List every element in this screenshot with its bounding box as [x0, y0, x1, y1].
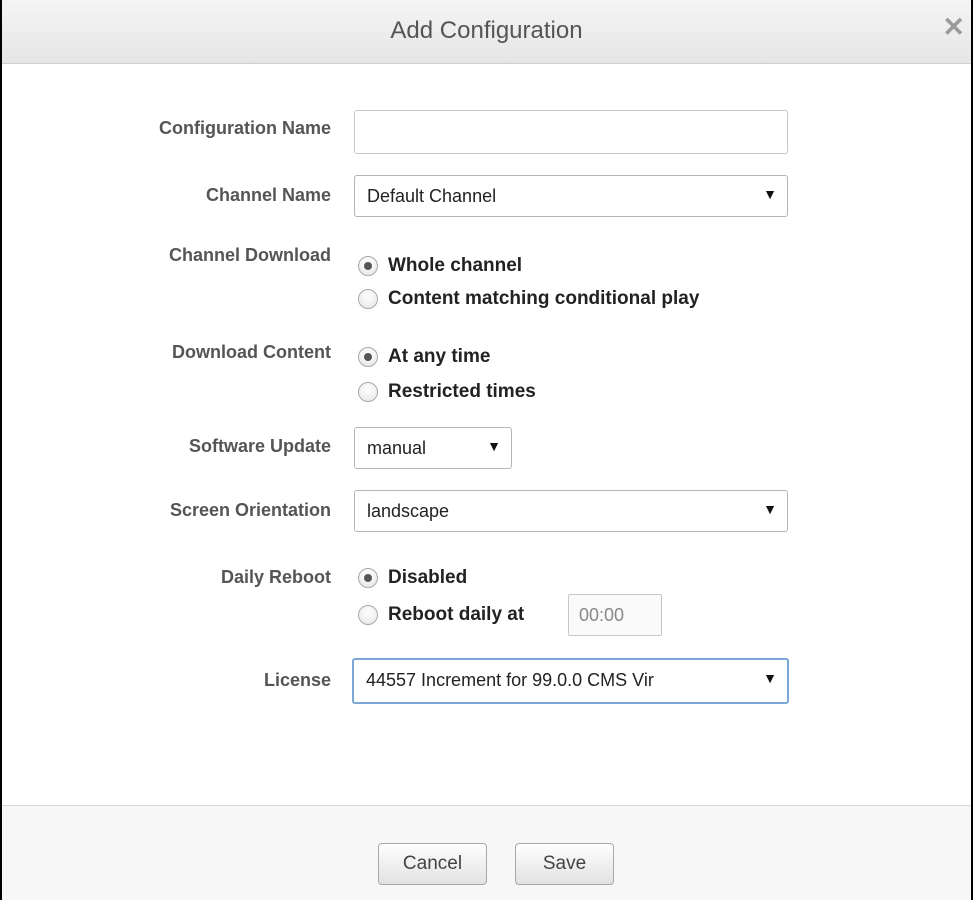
license-label: License — [263, 670, 331, 690]
radio-reboot-daily[interactable]: Reboot daily at 00:00 — [358, 594, 678, 636]
license-select[interactable]: 44557 Increment for 99.0.0 CMS Vir ▼ — [352, 658, 789, 704]
close-icon[interactable]: ✕ — [942, 12, 965, 42]
radio-button[interactable] — [358, 347, 378, 367]
dialog-footer: Cancel Save — [2, 805, 971, 900]
radio-label: Disabled — [388, 567, 468, 588]
radio-button[interactable] — [358, 382, 378, 402]
chevron-down-icon: ▼ — [763, 186, 777, 202]
save-button[interactable]: Save — [515, 843, 614, 885]
radio-label: Reboot daily at — [388, 604, 525, 625]
channel-name-label: Channel Name — [205, 185, 331, 205]
radio-label: Restricted times — [388, 381, 536, 402]
license-value: 44557 Increment for 99.0.0 CMS Vir — [366, 670, 654, 690]
radio-label: At any time — [388, 346, 491, 367]
radio-button[interactable] — [358, 568, 378, 588]
configuration-name-input[interactable] — [354, 110, 788, 154]
chevron-down-icon: ▼ — [759, 670, 777, 686]
screen-orientation-select[interactable]: landscape ▼ — [354, 490, 788, 532]
daily-reboot-label: Daily Reboot — [220, 567, 331, 587]
software-update-value: manual — [367, 438, 427, 458]
channel-name-value: Default Channel — [367, 186, 497, 206]
software-update-select[interactable]: manual ▼ — [354, 427, 512, 469]
radio-label: Whole channel — [388, 255, 523, 276]
radio-button[interactable] — [358, 256, 378, 276]
reboot-time-input[interactable]: 00:00 — [568, 594, 662, 636]
software-update-label: Software Update — [188, 436, 331, 456]
dialog-header: Add Configuration ✕ — [2, 0, 971, 64]
download-content-label: Download Content — [172, 342, 331, 362]
chevron-down-icon: ▼ — [763, 501, 777, 517]
radio-label: Content matching conditional play — [388, 288, 700, 309]
dialog-title: Add Configuration — [390, 17, 583, 44]
screen-orientation-label: Screen Orientation — [169, 500, 331, 520]
add-configuration-dialog: Add Configuration ✕ Configuration Name C… — [0, 0, 973, 900]
radio-button[interactable] — [358, 289, 378, 309]
configuration-name-label: Configuration Name — [158, 118, 331, 138]
cancel-button[interactable]: Cancel — [378, 843, 487, 885]
chevron-down-icon: ▼ — [487, 438, 501, 454]
radio-button[interactable] — [358, 605, 378, 625]
channel-download-label: Channel Download — [169, 245, 331, 265]
screen-orientation-value: landscape — [367, 501, 450, 521]
channel-name-select[interactable]: Default Channel ▼ — [354, 175, 788, 217]
